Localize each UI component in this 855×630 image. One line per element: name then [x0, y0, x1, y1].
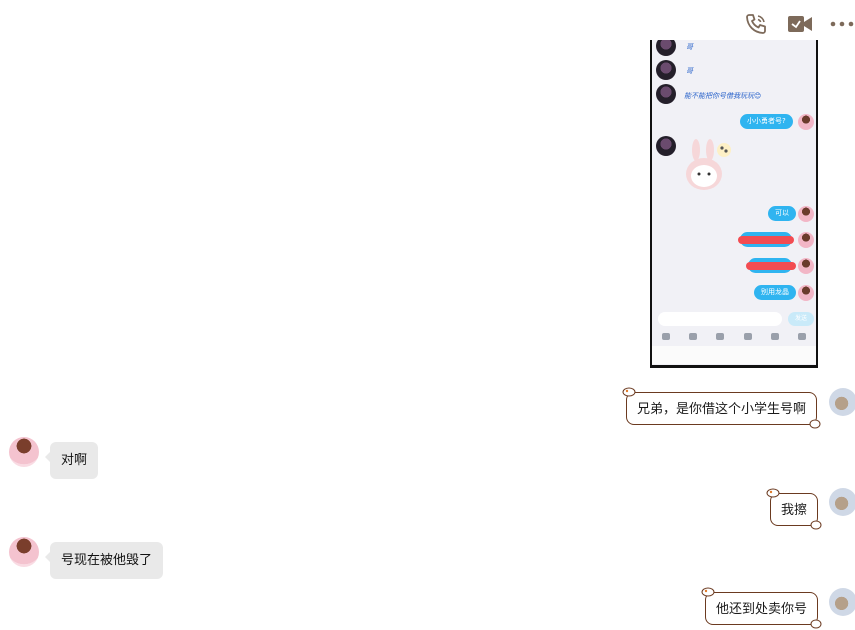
- camera-icon: [716, 332, 725, 340]
- mic-icon: [661, 332, 670, 340]
- mini-avatar: [798, 232, 814, 248]
- mini-bubble: 别用龙晶: [754, 285, 796, 300]
- my-avatar[interactable]: [829, 488, 855, 516]
- plus-icon: [798, 332, 807, 340]
- message-bubble-right[interactable]: 我擦: [766, 488, 822, 530]
- message-text: 对啊: [61, 453, 88, 468]
- mini-input: [658, 312, 782, 326]
- mini-avatar: [798, 285, 814, 301]
- cat-decoration-icon: [809, 419, 821, 429]
- mini-message: 哥: [686, 43, 693, 51]
- phone-icon[interactable]: [742, 10, 770, 38]
- my-avatar[interactable]: [829, 588, 855, 616]
- mini-avatar: [656, 40, 676, 56]
- mini-bubble: 小小勇者号?: [740, 114, 793, 129]
- cat-decoration-icon: [622, 387, 636, 397]
- message-bubble-right[interactable]: 兄弟，是你借这个小学生号啊: [622, 387, 821, 429]
- message-text: 他还到处卖你号: [716, 602, 808, 617]
- mini-avatar: [798, 206, 814, 222]
- mini-nav-bar: [652, 346, 816, 364]
- my-avatar[interactable]: [829, 388, 855, 416]
- cat-decoration-icon: [810, 520, 822, 530]
- image-icon: [688, 332, 697, 340]
- mini-send-button: 发送: [788, 312, 814, 326]
- bunny-sticker-icon: [686, 139, 731, 190]
- gift-icon: [743, 332, 752, 340]
- shared-chat-screenshot[interactable]: 哥 哥 能不能把你号借我玩玩😊 小小勇者号? 可以 别用龙晶 发送: [650, 40, 818, 368]
- mini-avatar: [798, 258, 814, 274]
- mini-message: 哥: [686, 67, 693, 75]
- message-bubble-left[interactable]: 对啊: [44, 442, 99, 479]
- cat-decoration-icon: [766, 488, 780, 498]
- mini-avatar: [656, 84, 676, 104]
- mini-avatar: [656, 136, 676, 156]
- friend-avatar[interactable]: [9, 537, 39, 567]
- message-bubble-right[interactable]: 他还到处卖你号: [701, 587, 822, 629]
- mini-avatar: [798, 114, 814, 130]
- friend-avatar[interactable]: [9, 437, 39, 467]
- message-bubble-left[interactable]: 号现在被他毁了: [44, 542, 164, 579]
- message-text: 兄弟，是你借这个小学生号啊: [637, 402, 807, 417]
- chat-toolbar: [0, 0, 855, 44]
- mini-avatar: [656, 60, 676, 80]
- mini-message: 能不能把你号借我玩玩😊: [684, 92, 762, 100]
- video-call-icon[interactable]: [786, 10, 814, 38]
- red-scribble: [738, 236, 794, 244]
- red-scribble: [746, 262, 796, 270]
- emoji-icon: [770, 332, 779, 340]
- message-text: 我擦: [781, 503, 808, 518]
- mini-bubble: 可以: [768, 206, 796, 221]
- cat-decoration-icon: [810, 619, 822, 629]
- mini-toolbar: [652, 328, 816, 344]
- cat-decoration-icon: [701, 587, 715, 597]
- more-icon[interactable]: [828, 10, 855, 38]
- message-text: 号现在被他毁了: [61, 553, 153, 568]
